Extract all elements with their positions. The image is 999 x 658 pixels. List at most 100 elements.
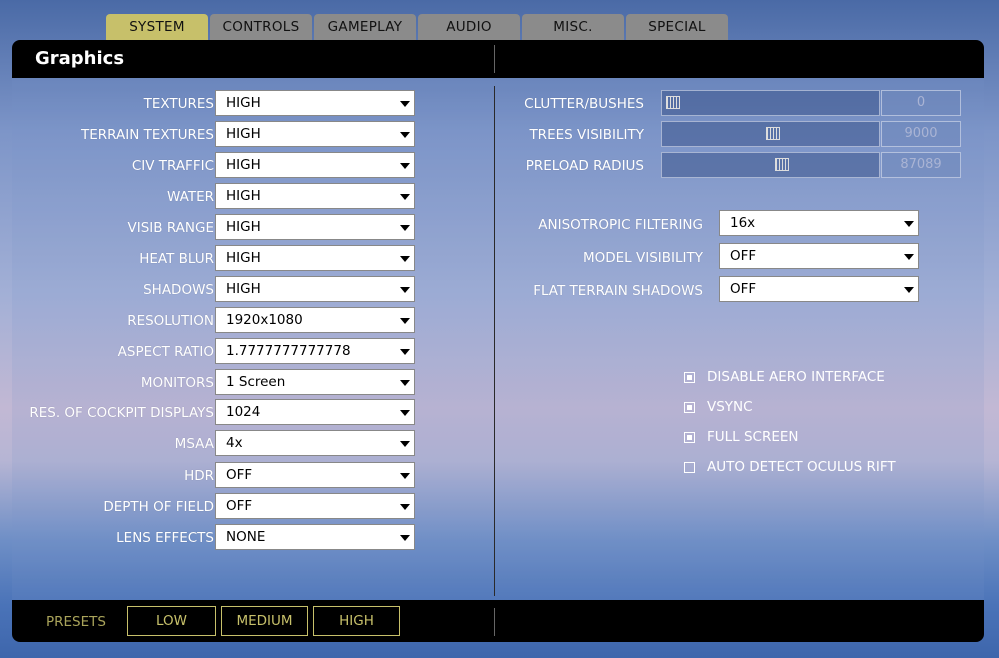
checkbox-label: FULL SCREEN — [707, 429, 799, 445]
setting-label: HEAT BLUR — [139, 251, 214, 267]
slider-handle[interactable] — [766, 127, 780, 140]
vsync-checkbox-row[interactable]: VSYNC — [684, 399, 904, 417]
clutter-bushes-value: 0 — [881, 90, 961, 116]
setting-row-terrain-textures: TERRAIN TEXTURES — [12, 123, 214, 147]
tab-system[interactable]: SYSTEM — [106, 14, 208, 40]
setting-row-depth-of-field: DEPTH OF FIELD — [12, 495, 214, 519]
preload-radius-value: 87089 — [881, 152, 961, 178]
setting-label: MONITORS — [140, 375, 214, 391]
chevron-down-icon — [400, 132, 410, 138]
flat-terrain-shadows-select[interactable]: OFF — [719, 276, 919, 302]
setting-row-anisotropic: ANISOTROPIC FILTERING — [512, 213, 703, 237]
slider-label: TREES VISIBILITY — [529, 127, 644, 143]
select-value: HIGH — [226, 95, 261, 111]
slider-handle[interactable] — [775, 158, 789, 171]
depth-of-field-select[interactable]: OFF — [215, 493, 415, 519]
graphics-panel: Graphics TEXTURES HIGH TERRAIN TEXTURES … — [12, 40, 984, 642]
full-screen-checkbox[interactable] — [684, 432, 695, 443]
disable-aero-checkbox-row[interactable]: DISABLE AERO INTERFACE — [684, 369, 904, 387]
msaa-select[interactable]: 4x — [215, 430, 415, 456]
setting-label: RESOLUTION — [127, 313, 214, 329]
monitors-select[interactable]: 1 Screen — [215, 369, 415, 395]
setting-row-shadows: SHADOWS — [12, 278, 214, 302]
oculus-rift-checkbox[interactable] — [684, 462, 695, 473]
setting-row-visib-range: VISIB RANGE — [12, 216, 214, 240]
water-select[interactable]: HIGH — [215, 183, 415, 209]
terrain-textures-select[interactable]: HIGH — [215, 121, 415, 147]
select-value: OFF — [730, 281, 757, 297]
trees-visibility-slider[interactable] — [661, 121, 880, 147]
slider-handle[interactable] — [666, 96, 680, 109]
chevron-down-icon — [400, 535, 410, 541]
resolution-select[interactable]: 1920x1080 — [215, 307, 415, 333]
shadows-select[interactable]: HIGH — [215, 276, 415, 302]
tab-special[interactable]: SPECIAL — [626, 14, 728, 40]
full-screen-checkbox-row[interactable]: FULL SCREEN — [684, 429, 904, 447]
cockpit-displays-select[interactable]: 1024 — [215, 399, 415, 425]
select-value: HIGH — [226, 126, 261, 142]
setting-label: VISIB RANGE — [127, 220, 214, 236]
slider-row-trees: TREES VISIBILITY — [512, 123, 644, 147]
civ-traffic-select[interactable]: HIGH — [215, 152, 415, 178]
tab-misc[interactable]: MISC. — [522, 14, 624, 40]
select-value: HIGH — [226, 250, 261, 266]
tab-gameplay[interactable]: GAMEPLAY — [314, 14, 416, 40]
presets-footer: PRESETS LOW MEDIUM HIGH — [12, 600, 984, 642]
panel-title: Graphics — [35, 48, 125, 69]
tab-audio[interactable]: AUDIO — [418, 14, 520, 40]
model-visibility-select[interactable]: OFF — [719, 243, 919, 269]
panel-header: Graphics — [12, 40, 984, 78]
setting-label: ASPECT RATIO — [117, 344, 214, 360]
preset-medium-button[interactable]: MEDIUM — [221, 606, 308, 636]
clutter-bushes-slider[interactable] — [661, 90, 880, 116]
aspect-ratio-select[interactable]: 1.7777777777778 — [215, 338, 415, 364]
select-value: 4x — [226, 435, 243, 451]
preset-high-button[interactable]: HIGH — [313, 606, 400, 636]
select-value: OFF — [730, 248, 757, 264]
select-value: 16x — [730, 215, 756, 231]
checkbox-label: VSYNC — [707, 399, 753, 415]
tab-controls[interactable]: CONTROLS — [210, 14, 312, 40]
chevron-down-icon — [904, 221, 914, 227]
chevron-down-icon — [400, 163, 410, 169]
setting-label: FLAT TERRAIN SHADOWS — [533, 283, 703, 299]
oculus-rift-checkbox-row[interactable]: AUTO DETECT OCULUS RIFT — [684, 459, 904, 477]
setting-row-heat-blur: HEAT BLUR — [12, 247, 214, 271]
heat-blur-select[interactable]: HIGH — [215, 245, 415, 271]
setting-row-water: WATER — [12, 185, 214, 209]
preset-low-button[interactable]: LOW — [127, 606, 216, 636]
checkbox-label: DISABLE AERO INTERFACE — [707, 369, 885, 385]
anisotropic-filtering-select[interactable]: 16x — [719, 210, 919, 236]
preload-radius-slider[interactable] — [661, 152, 880, 178]
select-value: 1.7777777777778 — [226, 343, 351, 359]
visib-range-select[interactable]: HIGH — [215, 214, 415, 240]
setting-row-monitors: MONITORS — [12, 371, 214, 395]
select-value: 1024 — [226, 404, 261, 420]
chevron-down-icon — [400, 380, 410, 386]
lens-effects-select[interactable]: NONE — [215, 524, 415, 550]
setting-row-cockpit-displays: RES. OF COCKPIT DISPLAYS — [12, 401, 214, 425]
disable-aero-checkbox[interactable] — [684, 372, 695, 383]
vsync-checkbox[interactable] — [684, 402, 695, 413]
settings-content: TEXTURES HIGH TERRAIN TEXTURES HIGH CIV … — [12, 78, 984, 600]
textures-select[interactable]: HIGH — [215, 90, 415, 116]
column-divider — [494, 86, 495, 596]
setting-row-msaa: MSAA — [12, 432, 214, 456]
chevron-down-icon — [400, 225, 410, 231]
chevron-down-icon — [400, 349, 410, 355]
select-value: HIGH — [226, 157, 261, 173]
setting-label: SHADOWS — [143, 282, 214, 298]
setting-row-lens-effects: LENS EFFECTS — [12, 526, 214, 550]
setting-label: HDR — [184, 468, 214, 484]
trees-visibility-value: 9000 — [881, 121, 961, 147]
setting-label: WATER — [167, 189, 214, 205]
setting-label: DEPTH OF FIELD — [103, 499, 214, 515]
setting-row-flat-terrain-shadows: FLAT TERRAIN SHADOWS — [512, 279, 703, 303]
hdr-select[interactable]: OFF — [215, 462, 415, 488]
setting-label: MODEL VISIBILITY — [582, 250, 703, 266]
chevron-down-icon — [400, 441, 410, 447]
chevron-down-icon — [400, 318, 410, 324]
select-value: 1920x1080 — [226, 312, 303, 328]
slider-row-clutter: CLUTTER/BUSHES — [512, 92, 644, 116]
slider-label: CLUTTER/BUSHES — [524, 96, 644, 112]
